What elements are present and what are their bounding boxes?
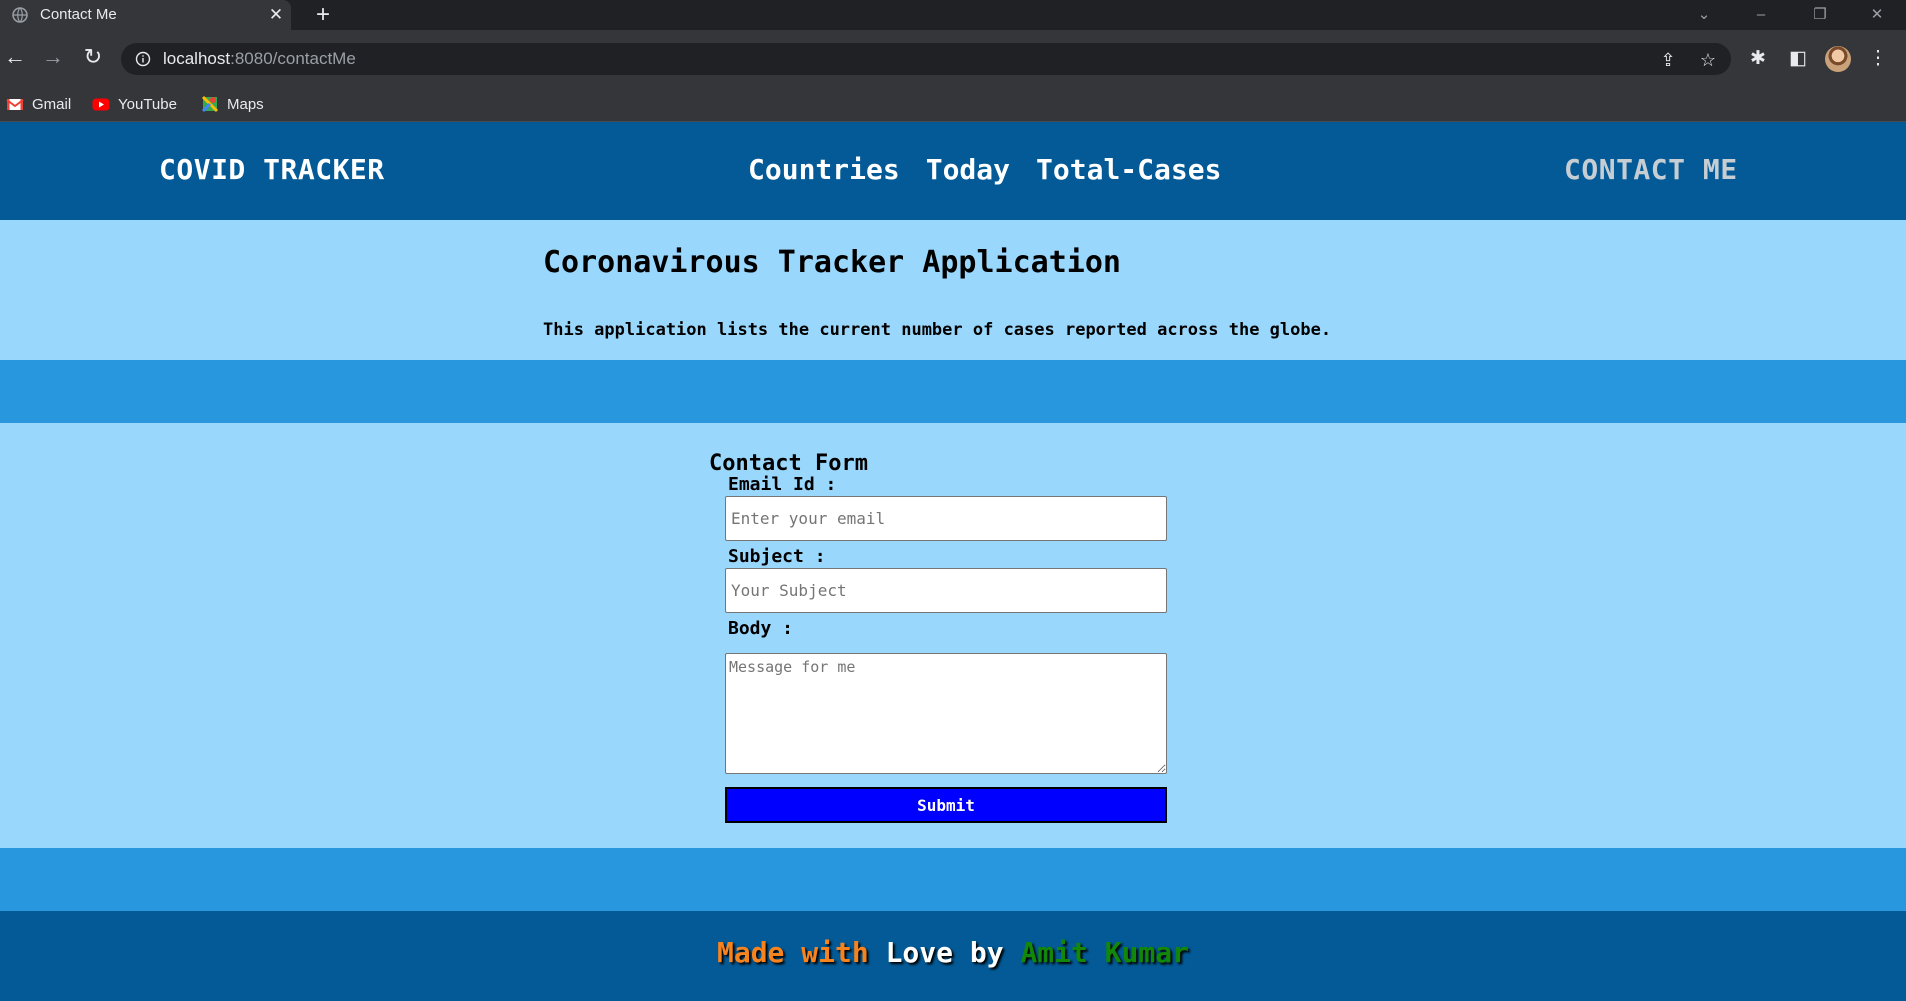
close-tab-icon[interactable]: ✕ <box>266 5 286 25</box>
url-path: :8080/contactMe <box>230 49 356 68</box>
bookmark-star-icon[interactable]: ☆ <box>1697 49 1719 71</box>
subject-label: Subject : <box>728 546 826 567</box>
gmail-icon <box>6 95 24 113</box>
nav-link-contact-me[interactable]: CONTACT ME <box>1564 152 1738 188</box>
body-label: Body : <box>728 618 794 639</box>
bookmark-label: Gmail <box>32 95 72 113</box>
minimize-icon[interactable]: – <box>1749 3 1773 27</box>
nav-link-today[interactable]: Today <box>926 152 1010 188</box>
footer-love: Love <box>885 936 953 969</box>
nav-links: Countries Today Total-Cases <box>748 152 1221 188</box>
bookmark-gmail[interactable]: Gmail <box>6 93 71 115</box>
site-footer: Made with Love by Amit Kumar <box>0 911 1906 1001</box>
bookmarks-bar: Gmail YouTube Maps <box>0 87 1906 122</box>
bookmark-label: Maps <box>227 95 264 113</box>
url-text: localhost:8080/contactMe <box>163 49 356 69</box>
bookmark-maps[interactable]: Maps <box>201 93 264 115</box>
browser-tab[interactable]: Contact Me ✕ <box>0 0 291 30</box>
footer-by: by <box>969 936 1004 969</box>
browser-toolbar: ← → ↻ localhost:8080/contactMe ⇪ ☆ ✱ ◧ ⋮ <box>0 30 1906 87</box>
share-icon[interactable]: ⇪ <box>1657 49 1679 71</box>
bookmark-label: YouTube <box>118 95 177 113</box>
tab-title: Contact Me <box>40 6 117 23</box>
page-description: This application lists the current numbe… <box>543 320 1332 340</box>
extensions-icon[interactable]: ✱ <box>1745 46 1771 72</box>
contact-form-section: Contact Form Email Id : Subject : Body :… <box>0 423 1906 848</box>
email-label: Email Id : <box>728 474 837 495</box>
hero-section: Coronavirous Tracker Application This ap… <box>0 220 1906 360</box>
bookmark-youtube[interactable]: YouTube <box>92 93 177 115</box>
submit-button[interactable]: Submit <box>725 787 1167 823</box>
youtube-icon <box>92 95 110 113</box>
menu-icon[interactable]: ⋮ <box>1865 46 1891 72</box>
footer-credit: Made with Love by Amit Kumar <box>0 935 1906 971</box>
maps-icon <box>201 95 219 113</box>
profile-avatar[interactable] <box>1825 46 1851 72</box>
page-title: Coronavirous Tracker Application <box>543 245 1121 280</box>
side-panel-icon[interactable]: ◧ <box>1785 46 1811 72</box>
restore-icon[interactable]: ❐ <box>1808 3 1832 27</box>
nav-link-total-cases[interactable]: Total-Cases <box>1036 152 1221 188</box>
footer-author: Amit Kumar <box>1020 936 1190 969</box>
brand-logo-text[interactable]: COVID TRACKER <box>159 152 385 188</box>
footer-made-with: Made with <box>716 936 869 969</box>
globe-icon <box>12 7 28 23</box>
divider-band-top <box>0 360 1906 423</box>
forward-icon[interactable]: → <box>38 42 68 72</box>
reload-icon[interactable]: ↻ <box>78 42 108 72</box>
back-icon[interactable]: ← <box>0 42 30 72</box>
email-field[interactable] <box>725 496 1167 541</box>
browser-tabstrip: Contact Me ✕ + ⌄ – ❐ ✕ <box>0 0 1906 30</box>
close-window-icon[interactable]: ✕ <box>1865 3 1889 27</box>
body-textarea[interactable] <box>725 653 1167 774</box>
site-navbar: COVID TRACKER Countries Today Total-Case… <box>0 122 1906 220</box>
subject-field[interactable] <box>725 568 1167 613</box>
url-host: localhost <box>163 49 231 68</box>
nav-link-countries[interactable]: Countries <box>748 152 900 188</box>
address-bar[interactable]: localhost:8080/contactMe ⇪ ☆ <box>121 43 1731 75</box>
new-tab-icon[interactable]: + <box>310 3 336 29</box>
tab-search-icon[interactable]: ⌄ <box>1692 3 1716 27</box>
divider-band-bottom <box>0 848 1906 911</box>
site-info-icon[interactable] <box>135 51 151 67</box>
web-page: COVID TRACKER Countries Today Total-Case… <box>0 122 1906 1001</box>
